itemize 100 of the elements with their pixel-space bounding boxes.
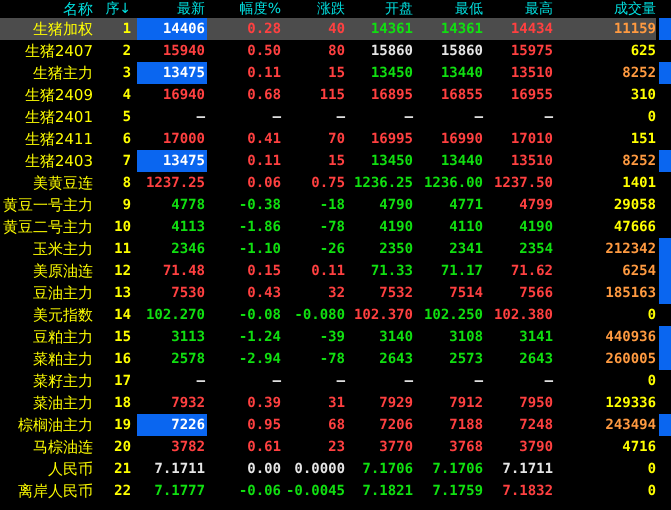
- table-cell: 0.50: [247, 44, 281, 58]
- table-cell: 129336: [605, 396, 656, 410]
- table-cell: 玉米主力: [33, 242, 93, 258]
- table-cell: 260005: [605, 352, 656, 366]
- table-cell: —: [272, 374, 281, 388]
- table-cell: 2341: [449, 242, 483, 256]
- column-header[interactable]: 涨跌: [281, 0, 345, 18]
- table-cell: 13450: [370, 66, 413, 80]
- table-cell: -0.06: [238, 484, 281, 498]
- table-cell: 3768: [449, 440, 483, 454]
- table-cell: 7: [122, 154, 131, 168]
- table-cell: 15860: [440, 44, 483, 58]
- table-cell: 9: [122, 198, 131, 212]
- table-cell: 21: [114, 462, 131, 476]
- table-cell: 8252: [622, 154, 656, 168]
- column-header[interactable]: 序↓: [95, 0, 133, 18]
- table-cell: 生猪2401: [24, 110, 93, 126]
- table-cell: 7566: [519, 286, 553, 300]
- table-cell: 5: [122, 110, 131, 124]
- table-cell: 13510: [510, 154, 553, 168]
- table-cell: 4190: [379, 220, 413, 234]
- table-row[interactable]: 生猪主力 3 13475 0.11 15 13450 13440 13510 8252: [0, 62, 671, 84]
- table-cell: 13475: [162, 66, 205, 80]
- table-cell: 310: [630, 88, 656, 102]
- table-row[interactable]: 离岸人民币 22 7.1777 -0.06 -0.0045 7.1821 7.1759 7.1832 0: [0, 480, 671, 502]
- table-cell: —: [272, 110, 281, 124]
- table-row[interactable]: 菜粕主力 16 2578 -2.94 -78 2643 2573 2643 260005: [0, 348, 671, 370]
- table-cell: -78: [320, 352, 345, 366]
- table-row[interactable]: 马棕油连 20 3782 0.61 23 3770 3768 3790 4716: [0, 436, 671, 458]
- table-row[interactable]: 棕榈油主力 19 7226 0.95 68 7206 7188 7248 243494: [0, 414, 671, 436]
- table-row[interactable]: 菜油主力 18 7932 0.39 31 7929 7912 7950 129336: [0, 392, 671, 414]
- table-row[interactable]: 人民币 21 7.1711 0.00 0.0000 7.1706 7.1706 7.1711 0: [0, 458, 671, 480]
- table-cell: 70: [328, 132, 345, 146]
- table-cell: 7.1711: [154, 462, 205, 476]
- table-cell: 17010: [510, 132, 553, 146]
- column-header[interactable]: 最低: [413, 0, 483, 18]
- table-cell: 3790: [519, 440, 553, 454]
- table-cell: 3141: [519, 330, 553, 344]
- table-row[interactable]: 生猪2409 4 16940 0.68 115 16895 16855 16955 310: [0, 84, 671, 106]
- table-cell: 7.1759: [432, 484, 483, 498]
- table-row[interactable]: 玉米主力 11 2346 -1.10 -26 2350 2341 2354 212342: [0, 238, 671, 260]
- table-cell: 7.1706: [432, 462, 483, 476]
- table-row[interactable]: 生猪加权 1 14406 0.28 40 14361 14361 14434 11159: [0, 18, 671, 40]
- table-cell: 16855: [440, 88, 483, 102]
- table-cell: 15940: [162, 44, 205, 58]
- table-cell: -1.10: [238, 242, 281, 256]
- table-row[interactable]: 豆油主力 13 7530 0.43 32 7532 7514 7566 185163: [0, 282, 671, 304]
- table-cell: 1: [122, 22, 131, 36]
- table-cell: 菜籽主力: [33, 374, 93, 390]
- column-header[interactable]: 开盘: [345, 0, 413, 18]
- table-row[interactable]: 生猪2411 6 17000 0.41 70 16995 16990 17010 151: [0, 128, 671, 150]
- table-cell: 16990: [440, 132, 483, 146]
- table-cell: 80: [328, 44, 345, 58]
- table-row[interactable]: 菜籽主力 17 — — — — — — 0: [0, 370, 671, 392]
- table-cell: 6: [122, 132, 131, 146]
- table-cell: 0.95: [247, 418, 281, 432]
- table-cell: 7248: [519, 418, 553, 432]
- table-row[interactable]: 生猪2401 5 — — — — — — 0: [0, 106, 671, 128]
- table-cell: 102.370: [354, 308, 413, 322]
- table-cell: 22: [114, 484, 131, 498]
- column-header[interactable]: 名称: [0, 0, 95, 18]
- table-cell: 17000: [162, 132, 205, 146]
- table-cell: 31: [328, 396, 345, 410]
- table-cell: 8252: [622, 66, 656, 80]
- table-cell: 黄豆一号主力: [3, 198, 93, 214]
- table-cell: -26: [320, 242, 345, 256]
- table-row[interactable]: 美元指数 14 102.270 -0.08 -0.080 102.370 102.250 102.380 0: [0, 304, 671, 326]
- column-header[interactable]: 最新: [137, 0, 207, 18]
- table-cell: —: [404, 374, 413, 388]
- column-header[interactable]: 成交量: [553, 0, 656, 18]
- table-cell: 美黄豆连: [33, 176, 93, 192]
- column-header[interactable]: 最高: [483, 0, 553, 18]
- table-cell: 美元指数: [33, 308, 93, 324]
- table-cell: 13450: [370, 154, 413, 168]
- table-cell: -1.24: [238, 330, 281, 344]
- table-cell: 16955: [510, 88, 553, 102]
- table-cell: 7226: [171, 418, 205, 432]
- table-cell: 4190: [519, 220, 553, 234]
- table-row[interactable]: 美原油连 12 71.48 0.15 0.11 71.33 71.17 71.62 6254: [0, 260, 671, 282]
- table-cell: 0: [648, 462, 656, 476]
- table-cell: 10: [114, 220, 131, 234]
- table-row[interactable]: 生猪2407 2 15940 0.50 80 15860 15860 15975 625: [0, 40, 671, 62]
- table-cell: 1236.00: [424, 176, 483, 190]
- table-cell: 1237.50: [494, 176, 553, 190]
- table-row[interactable]: 黄豆二号主力 10 4113 -1.86 -78 4190 4110 4190 47666: [0, 216, 671, 238]
- table-cell: 71.17: [440, 264, 483, 278]
- table-cell: 0.11: [311, 264, 345, 278]
- table-row[interactable]: 美黄豆连 8 1237.25 0.06 0.75 1236.25 1236.00 1237.50 1401: [0, 172, 671, 194]
- table-row[interactable]: 生猪2403 7 13475 0.11 15 13450 13440 13510 8252: [0, 150, 671, 172]
- table-cell: 151: [630, 132, 656, 146]
- column-header[interactable]: 幅度%: [207, 0, 281, 18]
- table-cell: 7.1821: [362, 484, 413, 498]
- table-row[interactable]: 豆粕主力 15 3113 -1.24 -39 3140 3108 3141 440936: [0, 326, 671, 348]
- table-cell: 7530: [171, 286, 205, 300]
- table-cell: 243494: [605, 418, 656, 432]
- table-cell: —: [544, 110, 553, 124]
- table-row[interactable]: 黄豆一号主力 9 4778 -0.38 -18 4790 4771 4799 29058: [0, 194, 671, 216]
- table-cell: -1.86: [238, 220, 281, 234]
- table-cell: 2573: [449, 352, 483, 366]
- table-cell: 4790: [379, 198, 413, 212]
